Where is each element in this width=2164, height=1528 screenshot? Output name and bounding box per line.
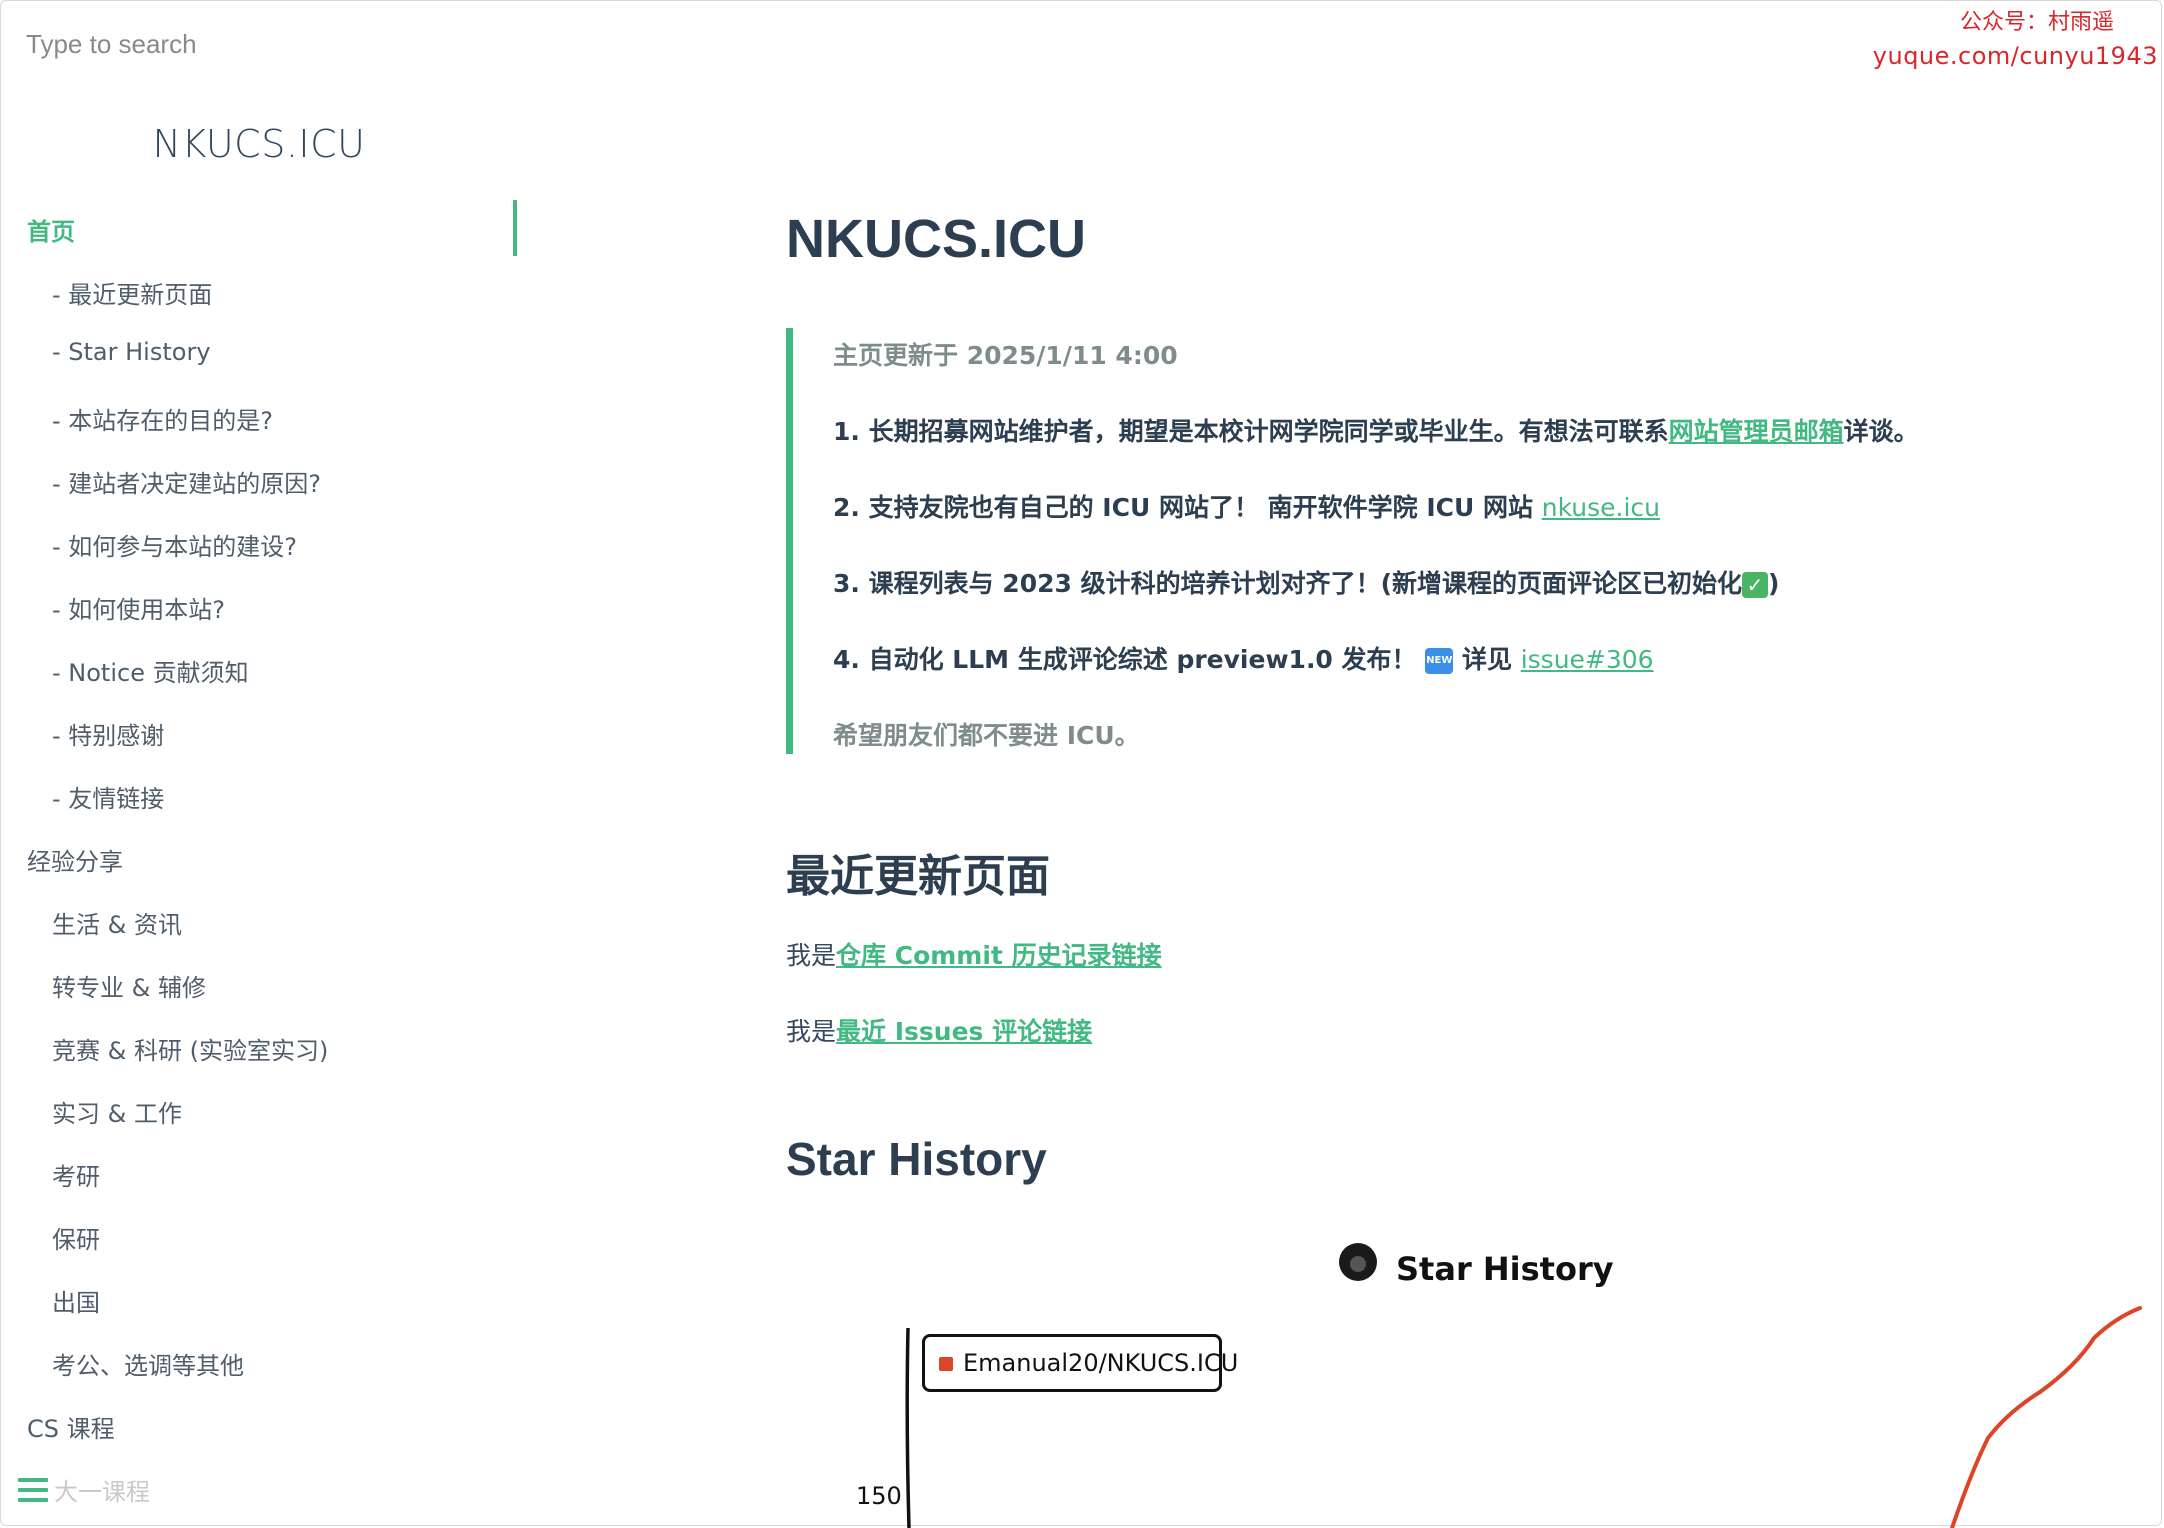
sidebar-item[interactable]: - 如何使用本站? [52, 590, 225, 625]
star-history-chart[interactable]: Star History Emanual20/NKUCS.ICU 150 [840, 1220, 2156, 1528]
notice-item-1: 1. 长期招募网站维护者，期望是本校计网学院同学或毕业生。有想法可联系网站管理员… [833, 412, 1919, 448]
sidebar-item[interactable]: - 建站者决定建站的原因? [52, 464, 321, 499]
star-history-heading: Star History [786, 1133, 1047, 1185]
sidebar-item[interactable]: - Notice 贡献须知 [52, 653, 249, 688]
notice-item-4-mid: 详见 [1461, 645, 1521, 674]
sidebar-item[interactable]: - 最近更新页面 [52, 275, 212, 310]
notice-item-4-text: 4. 自动化 LLM 生成评论综述 preview1.0 发布！ [833, 645, 1417, 674]
active-indicator [513, 200, 517, 256]
y-axis [905, 1327, 911, 1528]
recent-commit-prefix: 我是 [786, 941, 837, 970]
notice-item-2-text: 2. 支持友院也有自己的 ICU 网站了！ 南开软件学院 ICU 网站 [833, 493, 1542, 522]
notice-item-3-text: 3. 课程列表与 2023 级计科的培养计划对齐了！(新增课程的页面评论区已初始… [833, 569, 1743, 598]
notice-item-3: 3. 课程列表与 2023 级计科的培养计划对齐了！(新增课程的页面评论区已初始… [833, 564, 1779, 600]
recent-issues-paragraph: 我是最近 Issues 评论链接 [786, 1012, 1092, 1048]
sidebar-item[interactable]: - 友情链接 [52, 779, 164, 814]
recent-issues-prefix: 我是 [786, 1017, 837, 1046]
sidebar-item-faded[interactable]: 大一课程 [54, 1472, 150, 1507]
series-line-emanual20 [1950, 1306, 2142, 1528]
legend-label: Emanual20/NKUCS.ICU [963, 1349, 1239, 1377]
notice-updated: 主页更新于 2025/1/11 4:00 [833, 341, 1178, 370]
sidebar-item[interactable]: CS 课程 [27, 1409, 115, 1444]
recent-commit-paragraph: 我是仓库 Commit 历史记录链接 [786, 936, 1162, 972]
notice-item-2: 2. 支持友院也有自己的 ICU 网站了！ 南开软件学院 ICU 网站 nkus… [833, 488, 1660, 524]
sidebar-item[interactable]: - Star History [52, 338, 211, 366]
legend-swatch [939, 1357, 953, 1371]
sidebar-item[interactable]: 经验分享 [27, 842, 123, 877]
sidebar-item[interactable]: 出国 [52, 1283, 100, 1318]
sidebar-item[interactable]: - 如何参与本站的建设? [52, 527, 297, 562]
sidebar-item[interactable]: 实习 & 工作 [52, 1094, 182, 1129]
search-input[interactable] [26, 24, 426, 64]
y-tick-label: 150 [856, 1482, 902, 1510]
page-title: NKUCS.ICU [786, 209, 1087, 269]
app-name[interactable]: NKUCS.ICU [0, 122, 518, 166]
notice-item-1-text: 1. 长期招募网站维护者，期望是本校计网学院同学或毕业生。有想法可联系 [833, 417, 1669, 446]
chart-legend: Emanual20/NKUCS.ICU [922, 1334, 1238, 1392]
notice-blockquote: 主页更新于 2025/1/11 4:00 1. 长期招募网站维护者，期望是本校计… [786, 328, 2086, 754]
admin-email-link[interactable]: 网站管理员邮箱 [1669, 417, 1844, 446]
notice-item-3-tail: ) [1768, 569, 1780, 598]
sidebar-item[interactable]: - 特别感谢 [52, 716, 164, 751]
sidebar: NKUCS.ICU 首页 - 最近更新页面 - Star History - 本站存在… [0, 0, 518, 1528]
check-mark-icon: ✓ [1742, 572, 1769, 598]
sidebar-item[interactable]: - 本站存在的目的是? [52, 401, 273, 436]
recent-updates-heading: 最近更新页面 [786, 851, 1050, 902]
sidebar-item[interactable]: 竞赛 & 科研 (实验室实习) [52, 1031, 328, 1066]
sidebar-item[interactable]: 生活 & 资讯 [52, 905, 182, 940]
issues-comments-link[interactable]: 最近 Issues 评论链接 [836, 1017, 1092, 1046]
sidebar-item[interactable]: 保研 [52, 1220, 100, 1255]
commit-history-link[interactable]: 仓库 Commit 历史记录链接 [836, 941, 1162, 970]
sidebar-item[interactable]: 首页 [27, 212, 75, 247]
notice-item-1-tail: 详谈。 [1843, 417, 1919, 446]
issue-306-link[interactable]: issue#306 [1521, 645, 1654, 674]
menu-icon[interactable] [18, 1478, 48, 1504]
notice-item-4: 4. 自动化 LLM 生成评论综述 preview1.0 发布！ NEW 详见 … [833, 640, 1654, 676]
notice-wish: 希望朋友们都不要进 ICU。 [833, 721, 1140, 750]
sidebar-item[interactable]: 转专业 & 辅修 [52, 968, 206, 1003]
sidebar-item[interactable]: 考研 [52, 1157, 100, 1192]
new-badge-icon: NEW [1425, 648, 1454, 674]
nkuse-link[interactable]: nkuse.icu [1542, 493, 1660, 522]
sidebar-item[interactable]: 考公、选调等其他 [52, 1346, 244, 1381]
